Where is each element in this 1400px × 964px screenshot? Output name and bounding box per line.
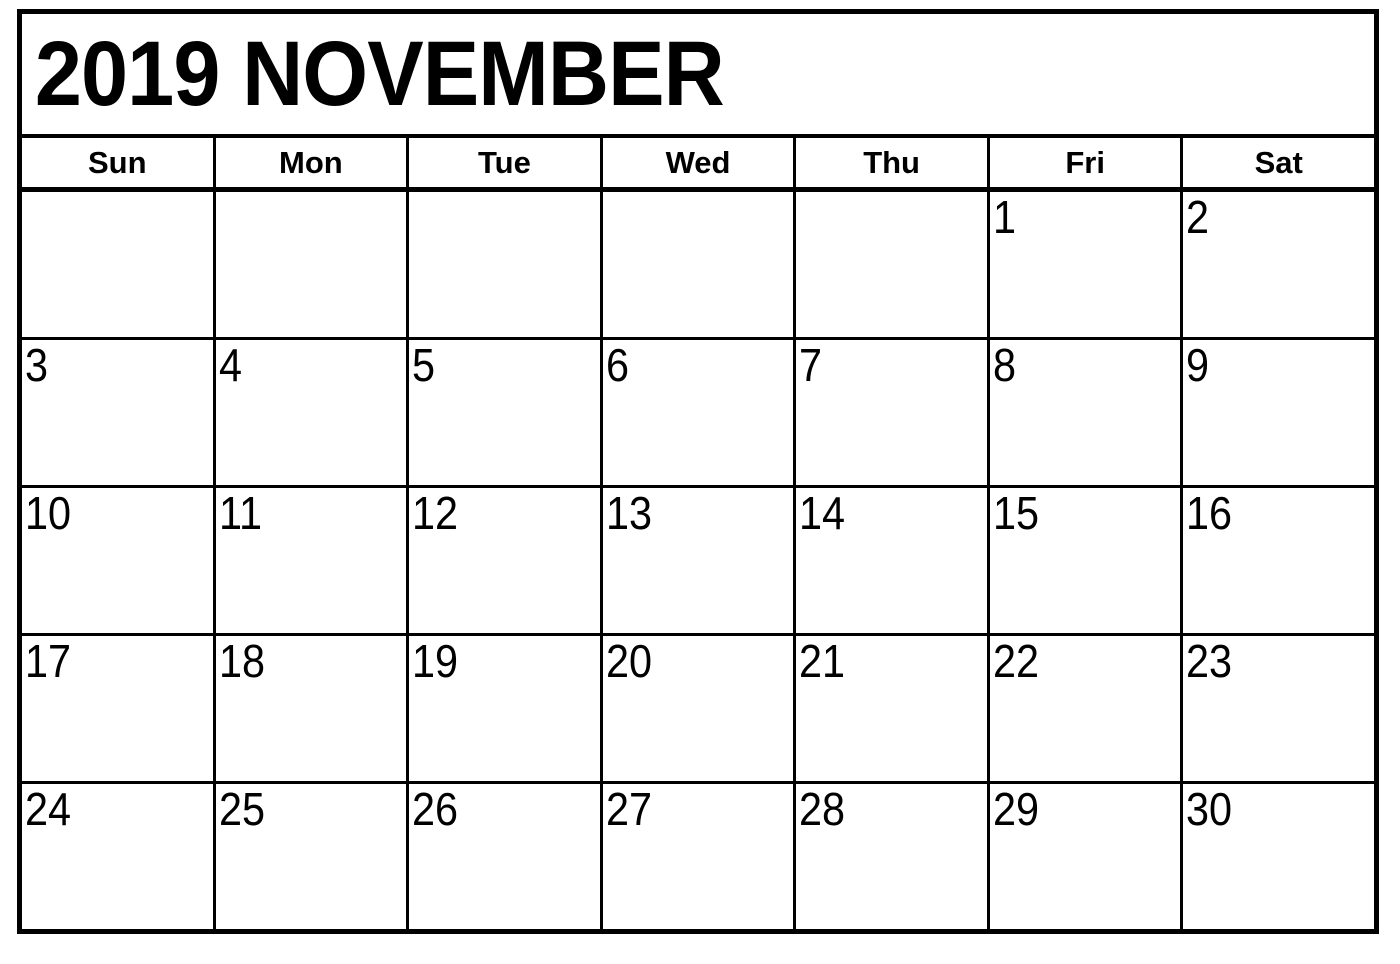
day-cell[interactable]: 29 bbox=[990, 784, 1184, 929]
week-row: 17 18 19 20 21 22 23 bbox=[22, 636, 1374, 784]
day-cell[interactable]: 10 bbox=[22, 488, 216, 633]
day-cell[interactable] bbox=[216, 192, 410, 337]
day-number: 14 bbox=[799, 488, 846, 539]
day-number: 15 bbox=[992, 488, 1039, 539]
day-number: 18 bbox=[218, 636, 265, 687]
day-cell[interactable]: 8 bbox=[990, 340, 1184, 485]
day-cell[interactable]: 9 bbox=[1183, 340, 1374, 485]
weekday-header-tue: Tue bbox=[409, 138, 603, 187]
monthly-calendar: 2019 NOVEMBER Sun Mon Tue Wed Thu Fri Sa… bbox=[17, 9, 1379, 934]
day-cell[interactable]: 27 bbox=[603, 784, 797, 929]
weekday-label: Thu bbox=[863, 144, 920, 180]
day-cell[interactable]: 25 bbox=[216, 784, 410, 929]
day-cell[interactable]: 18 bbox=[216, 636, 410, 781]
day-cell[interactable]: 19 bbox=[409, 636, 603, 781]
day-number: 19 bbox=[412, 636, 459, 687]
weekday-header-sat: Sat bbox=[1183, 138, 1374, 187]
day-cell[interactable]: 20 bbox=[603, 636, 797, 781]
day-number: 25 bbox=[218, 784, 265, 835]
day-number: 24 bbox=[25, 784, 72, 835]
weekday-header-mon: Mon bbox=[216, 138, 410, 187]
day-cell[interactable]: 22 bbox=[990, 636, 1184, 781]
calendar-title-band: 2019 NOVEMBER bbox=[22, 14, 1374, 138]
day-number: 30 bbox=[1186, 784, 1233, 835]
day-cell[interactable] bbox=[409, 192, 603, 337]
weekday-header-wed: Wed bbox=[603, 138, 797, 187]
calendar-weeks: 1 2 3 4 5 6 7 8 9 10 11 12 13 14 15 16 1… bbox=[22, 192, 1374, 929]
week-row: 10 11 12 13 14 15 16 bbox=[22, 488, 1374, 636]
weekday-header-thu: Thu bbox=[796, 138, 990, 187]
day-number: 2 bbox=[1186, 192, 1210, 243]
day-number: 26 bbox=[412, 784, 459, 835]
day-number: 7 bbox=[799, 340, 823, 391]
weekday-label: Mon bbox=[279, 144, 343, 180]
day-number: 11 bbox=[218, 488, 262, 539]
day-cell[interactable]: 1 bbox=[990, 192, 1184, 337]
day-cell[interactable]: 24 bbox=[22, 784, 216, 929]
day-cell[interactable]: 5 bbox=[409, 340, 603, 485]
day-number: 27 bbox=[605, 784, 652, 835]
day-cell[interactable]: 13 bbox=[603, 488, 797, 633]
week-row: 1 2 bbox=[22, 192, 1374, 340]
day-cell[interactable] bbox=[22, 192, 216, 337]
day-number: 10 bbox=[25, 488, 72, 539]
day-number: 21 bbox=[799, 636, 846, 687]
day-cell[interactable]: 6 bbox=[603, 340, 797, 485]
day-number: 4 bbox=[218, 340, 242, 391]
day-number: 12 bbox=[412, 488, 459, 539]
day-cell[interactable]: 11 bbox=[216, 488, 410, 633]
weekday-label: Sun bbox=[88, 144, 147, 180]
day-cell[interactable]: 17 bbox=[22, 636, 216, 781]
day-cell[interactable]: 16 bbox=[1183, 488, 1374, 633]
day-cell[interactable]: 30 bbox=[1183, 784, 1374, 929]
weekday-header-row: Sun Mon Tue Wed Thu Fri Sat bbox=[22, 138, 1374, 192]
day-cell[interactable]: 7 bbox=[796, 340, 990, 485]
weekday-label: Sat bbox=[1254, 144, 1303, 180]
calendar-title: 2019 NOVEMBER bbox=[34, 23, 725, 125]
day-cell[interactable]: 15 bbox=[990, 488, 1184, 633]
day-cell[interactable]: 28 bbox=[796, 784, 990, 929]
day-number: 29 bbox=[992, 784, 1039, 835]
day-number: 16 bbox=[1186, 488, 1233, 539]
day-number: 3 bbox=[25, 340, 49, 391]
day-number: 8 bbox=[992, 340, 1016, 391]
week-row: 24 25 26 27 28 29 30 bbox=[22, 784, 1374, 929]
day-number: 1 bbox=[992, 192, 1016, 243]
day-number: 9 bbox=[1186, 340, 1210, 391]
day-cell[interactable]: 26 bbox=[409, 784, 603, 929]
day-number: 5 bbox=[412, 340, 436, 391]
day-cell[interactable] bbox=[796, 192, 990, 337]
day-number: 20 bbox=[605, 636, 652, 687]
day-cell[interactable]: 12 bbox=[409, 488, 603, 633]
day-number: 28 bbox=[799, 784, 846, 835]
day-cell[interactable]: 14 bbox=[796, 488, 990, 633]
day-number: 17 bbox=[25, 636, 72, 687]
day-cell[interactable]: 23 bbox=[1183, 636, 1374, 781]
day-cell[interactable]: 2 bbox=[1183, 192, 1374, 337]
weekday-header-fri: Fri bbox=[990, 138, 1184, 187]
weekday-header-sun: Sun bbox=[22, 138, 216, 187]
weekday-label: Tue bbox=[478, 144, 531, 180]
day-number: 6 bbox=[605, 340, 629, 391]
day-number: 23 bbox=[1186, 636, 1233, 687]
weekday-label: Wed bbox=[665, 144, 731, 180]
day-cell[interactable]: 21 bbox=[796, 636, 990, 781]
week-row: 3 4 5 6 7 8 9 bbox=[22, 340, 1374, 488]
weekday-label: Fri bbox=[1065, 144, 1105, 180]
day-number: 13 bbox=[605, 488, 652, 539]
day-cell[interactable] bbox=[603, 192, 797, 337]
day-cell[interactable]: 3 bbox=[22, 340, 216, 485]
day-number: 22 bbox=[992, 636, 1039, 687]
day-cell[interactable]: 4 bbox=[216, 340, 410, 485]
